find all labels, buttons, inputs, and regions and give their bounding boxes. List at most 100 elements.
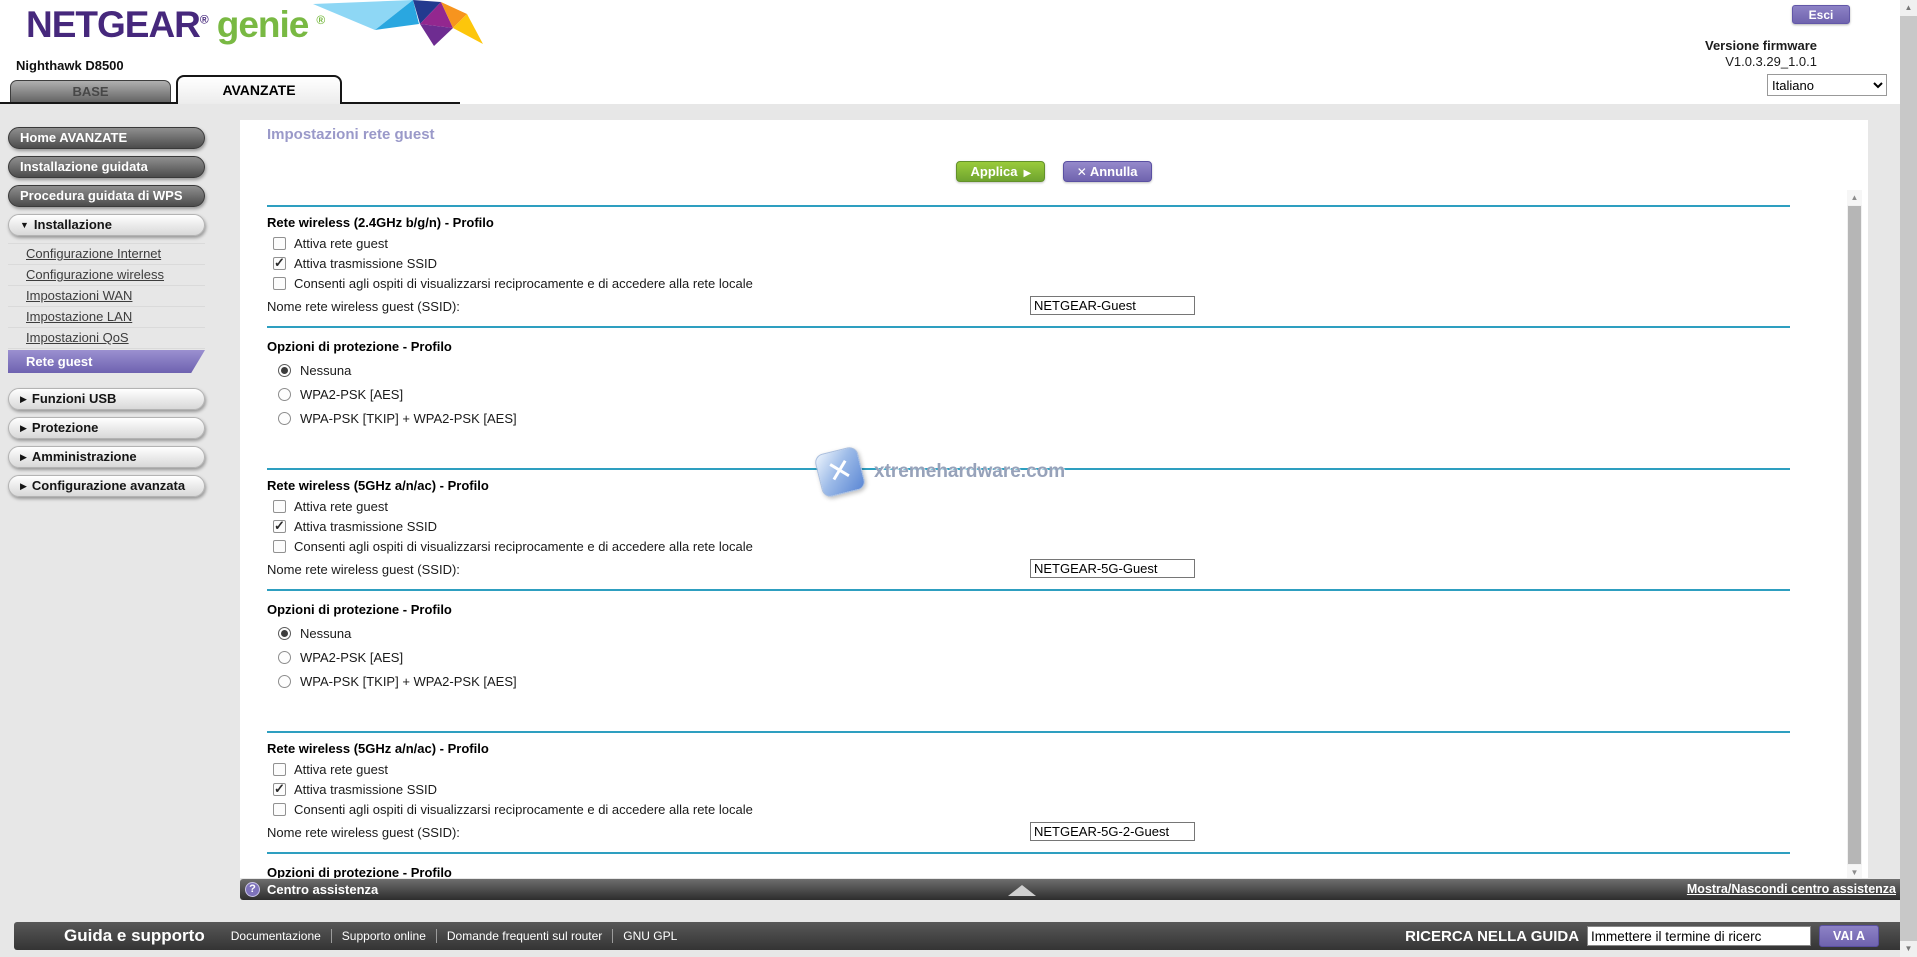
scroll-down-icon[interactable]: ▼ <box>1900 941 1917 957</box>
allow-guests-see-each-other-checkbox[interactable] <box>273 803 286 816</box>
sidebar-item-installazione[interactable]: ▼Installazione <box>8 214 205 236</box>
subnav-item-rete-guest-selected[interactable]: Rete guest <box>8 350 205 373</box>
installazione-subnav: Configurazione Internet Configurazione w… <box>8 243 205 373</box>
content-scrollbar[interactable]: ▲ ▼ <box>1847 190 1862 878</box>
link-configurazione-internet[interactable]: Configurazione Internet <box>26 246 161 261</box>
ssid-row: Nome rete wireless guest (SSID): <box>267 296 1790 320</box>
firmware-info: Versione firmware V1.0.3.29_1.0.1 <box>1705 38 1817 70</box>
link-impostazioni-wan[interactable]: Impostazioni WAN <box>26 288 132 303</box>
link-impostazione-lan[interactable]: Impostazione LAN <box>26 309 132 324</box>
genie-wordmark: genie <box>217 4 309 45</box>
help-center-bar: ? Centro assistenza Mostra/Nascondi cent… <box>240 879 1905 900</box>
scroll-up-icon[interactable]: ▲ <box>1900 0 1917 16</box>
window-scrollbar[interactable]: ▲ ▼ <box>1900 0 1917 957</box>
sidebar-item-home-avanzate[interactable]: Home AVANZATE <box>8 127 205 149</box>
sidebar: Home AVANZATE Installazione guidata Proc… <box>8 127 205 504</box>
radio-row[interactable]: WPA-PSK [TKIP] + WPA2-PSK [AES] <box>267 674 1790 689</box>
checkbox-row[interactable]: Attiva rete guest <box>267 236 1790 251</box>
security-none-radio[interactable] <box>278 364 291 377</box>
netgear-wordmark: NETGEAR <box>26 4 200 45</box>
subnav-item[interactable]: Configurazione wireless <box>8 265 205 286</box>
link-configurazione-wireless[interactable]: Configurazione wireless <box>26 267 164 282</box>
sidebar-item-amministrazione[interactable]: ▶Amministrazione <box>8 446 205 468</box>
wireless-profile-section-24ghz: Rete wireless (2.4GHz b/g/n) - Profilo A… <box>267 205 1790 326</box>
radio-label: Nessuna <box>300 626 351 641</box>
ssid-input[interactable] <box>1030 296 1195 315</box>
logout-button[interactable]: Esci <box>1792 5 1850 24</box>
enable-ssid-broadcast-checkbox[interactable] <box>273 257 286 270</box>
toggle-help-center-link[interactable]: Mostra/Nascondi centro assistenza <box>1687 882 1896 896</box>
allow-guests-see-each-other-checkbox[interactable] <box>273 277 286 290</box>
search-go-button[interactable]: VAI A <box>1819 925 1879 947</box>
sidebar-item-configurazione-avanzata[interactable]: ▶Configurazione avanzata <box>8 475 205 497</box>
window-scrollbar-thumb[interactable] <box>1900 16 1917 941</box>
tab-avanzate[interactable]: AVANZATE <box>176 75 342 104</box>
sidebar-item-installazione-guidata[interactable]: Installazione guidata <box>8 156 205 178</box>
checkbox-row[interactable]: Attiva rete guest <box>267 499 1790 514</box>
security-wpa-wpa2-mixed-radio[interactable] <box>278 412 291 425</box>
enable-guest-network-checkbox[interactable] <box>273 237 286 250</box>
enable-guest-network-checkbox[interactable] <box>273 500 286 513</box>
chevron-right-icon: ▶ <box>20 394 27 404</box>
expand-help-caret-icon[interactable] <box>1008 885 1036 896</box>
security-wpa2-psk-radio[interactable] <box>278 651 291 664</box>
subnav-item[interactable]: Impostazioni QoS <box>8 328 205 349</box>
wireless-profile-section-5ghz-2: Rete wireless (5GHz a/n/ac) - Profilo At… <box>267 731 1790 852</box>
footer-links: Documentazione Supporto online Domande f… <box>221 929 688 943</box>
checkbox-row[interactable]: Attiva trasmissione SSID <box>267 256 1790 271</box>
checkbox-row[interactable]: Consenti agli ospiti di visualizzarsi re… <box>267 539 1790 554</box>
search-input[interactable] <box>1587 926 1811 946</box>
main-content-panel: Impostazioni rete guest Applica▶ ✕Annull… <box>240 120 1868 878</box>
ssid-input[interactable] <box>1030 559 1195 578</box>
genie-pinwheel-graphic-icon <box>313 0 493 52</box>
footer-title: Guida e supporto <box>64 926 205 946</box>
sidebar-item-funzioni-usb[interactable]: ▶Funzioni USB <box>8 388 205 410</box>
radio-label: WPA2-PSK [AES] <box>300 650 403 665</box>
search-label: RICERCA NELLA GUIDA <box>1405 928 1579 945</box>
security-none-radio[interactable] <box>278 627 291 640</box>
checkbox-row[interactable]: Consenti agli ospiti di visualizzarsi re… <box>267 276 1790 291</box>
security-wpa-wpa2-mixed-radio[interactable] <box>278 675 291 688</box>
enable-guest-network-checkbox[interactable] <box>273 763 286 776</box>
tab-base[interactable]: BASE <box>10 80 171 102</box>
link-domande-frequenti[interactable]: Domande frequenti sul router <box>437 929 613 943</box>
checkbox-row[interactable]: Attiva rete guest <box>267 762 1790 777</box>
cancel-button[interactable]: ✕Annulla <box>1063 161 1152 182</box>
link-impostazioni-qos[interactable]: Impostazioni QoS <box>26 330 129 345</box>
content-scrollbar-thumb[interactable] <box>1848 206 1861 864</box>
radio-label: WPA-PSK [TKIP] + WPA2-PSK [AES] <box>300 674 517 689</box>
radio-row[interactable]: Nessuna <box>267 363 1790 378</box>
radio-row[interactable]: WPA2-PSK [AES] <box>267 387 1790 402</box>
page-title: Impostazioni rete guest <box>267 126 435 143</box>
subnav-item[interactable]: Impostazioni WAN <box>8 286 205 307</box>
question-icon: ? <box>245 882 260 897</box>
registered-mark: ® <box>200 13 209 27</box>
subnav-item[interactable]: Configurazione Internet <box>8 244 205 265</box>
x-icon: ✕ <box>1077 165 1087 179</box>
link-supporto-online[interactable]: Supporto online <box>332 929 437 943</box>
radio-row[interactable]: Nessuna <box>267 626 1790 641</box>
firmware-label: Versione firmware <box>1705 38 1817 54</box>
checkbox-row[interactable]: Attiva trasmissione SSID <box>267 519 1790 534</box>
scroll-down-icon[interactable]: ▼ <box>1847 865 1862 878</box>
checkbox-row[interactable]: Consenti agli ospiti di visualizzarsi re… <box>267 802 1790 817</box>
radio-row[interactable]: WPA2-PSK [AES] <box>267 650 1790 665</box>
enable-ssid-broadcast-checkbox[interactable] <box>273 520 286 533</box>
radio-row[interactable]: WPA-PSK [TKIP] + WPA2-PSK [AES] <box>267 411 1790 426</box>
subnav-item[interactable]: Impostazione LAN <box>8 307 205 328</box>
scroll-up-icon[interactable]: ▲ <box>1847 190 1862 205</box>
sidebar-item-protezione[interactable]: ▶Protezione <box>8 417 205 439</box>
checkbox-label: Attiva rete guest <box>294 499 388 514</box>
ssid-input[interactable] <box>1030 822 1195 841</box>
checkbox-row[interactable]: Attiva trasmissione SSID <box>267 782 1790 797</box>
link-rete-guest[interactable]: Rete guest <box>26 354 92 369</box>
apply-button[interactable]: Applica▶ <box>956 161 1045 182</box>
allow-guests-see-each-other-checkbox[interactable] <box>273 540 286 553</box>
sidebar-item-procedura-wps[interactable]: Procedura guidata di WPS <box>8 185 205 207</box>
link-gnu-gpl[interactable]: GNU GPL <box>613 929 687 943</box>
link-documentazione[interactable]: Documentazione <box>221 929 332 943</box>
language-select[interactable]: Italiano <box>1767 74 1887 96</box>
checkbox-label: Consenti agli ospiti di visualizzarsi re… <box>294 539 753 554</box>
enable-ssid-broadcast-checkbox[interactable] <box>273 783 286 796</box>
security-wpa2-psk-radio[interactable] <box>278 388 291 401</box>
